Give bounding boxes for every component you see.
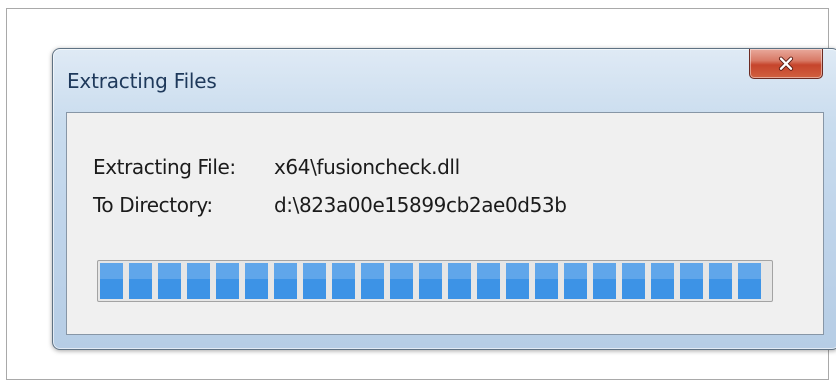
progress-fill (100, 263, 767, 299)
extracting-files-dialog: Extracting Files Extracting File: x64\fu… (52, 48, 836, 350)
extracting-file-label: Extracting File: (93, 155, 236, 179)
dialog-body: Extracting File: x64\fusioncheck.dll To … (66, 112, 824, 335)
progress-bar (97, 260, 773, 302)
close-icon (778, 56, 794, 71)
to-directory-label: To Directory: (93, 193, 213, 217)
dialog-title: Extracting Files (67, 69, 217, 93)
extracting-file-value: x64\fusioncheck.dll (274, 155, 460, 179)
to-directory-value: d:\823a00e15899cb2ae0d53b (274, 193, 567, 217)
close-button[interactable] (749, 49, 823, 79)
